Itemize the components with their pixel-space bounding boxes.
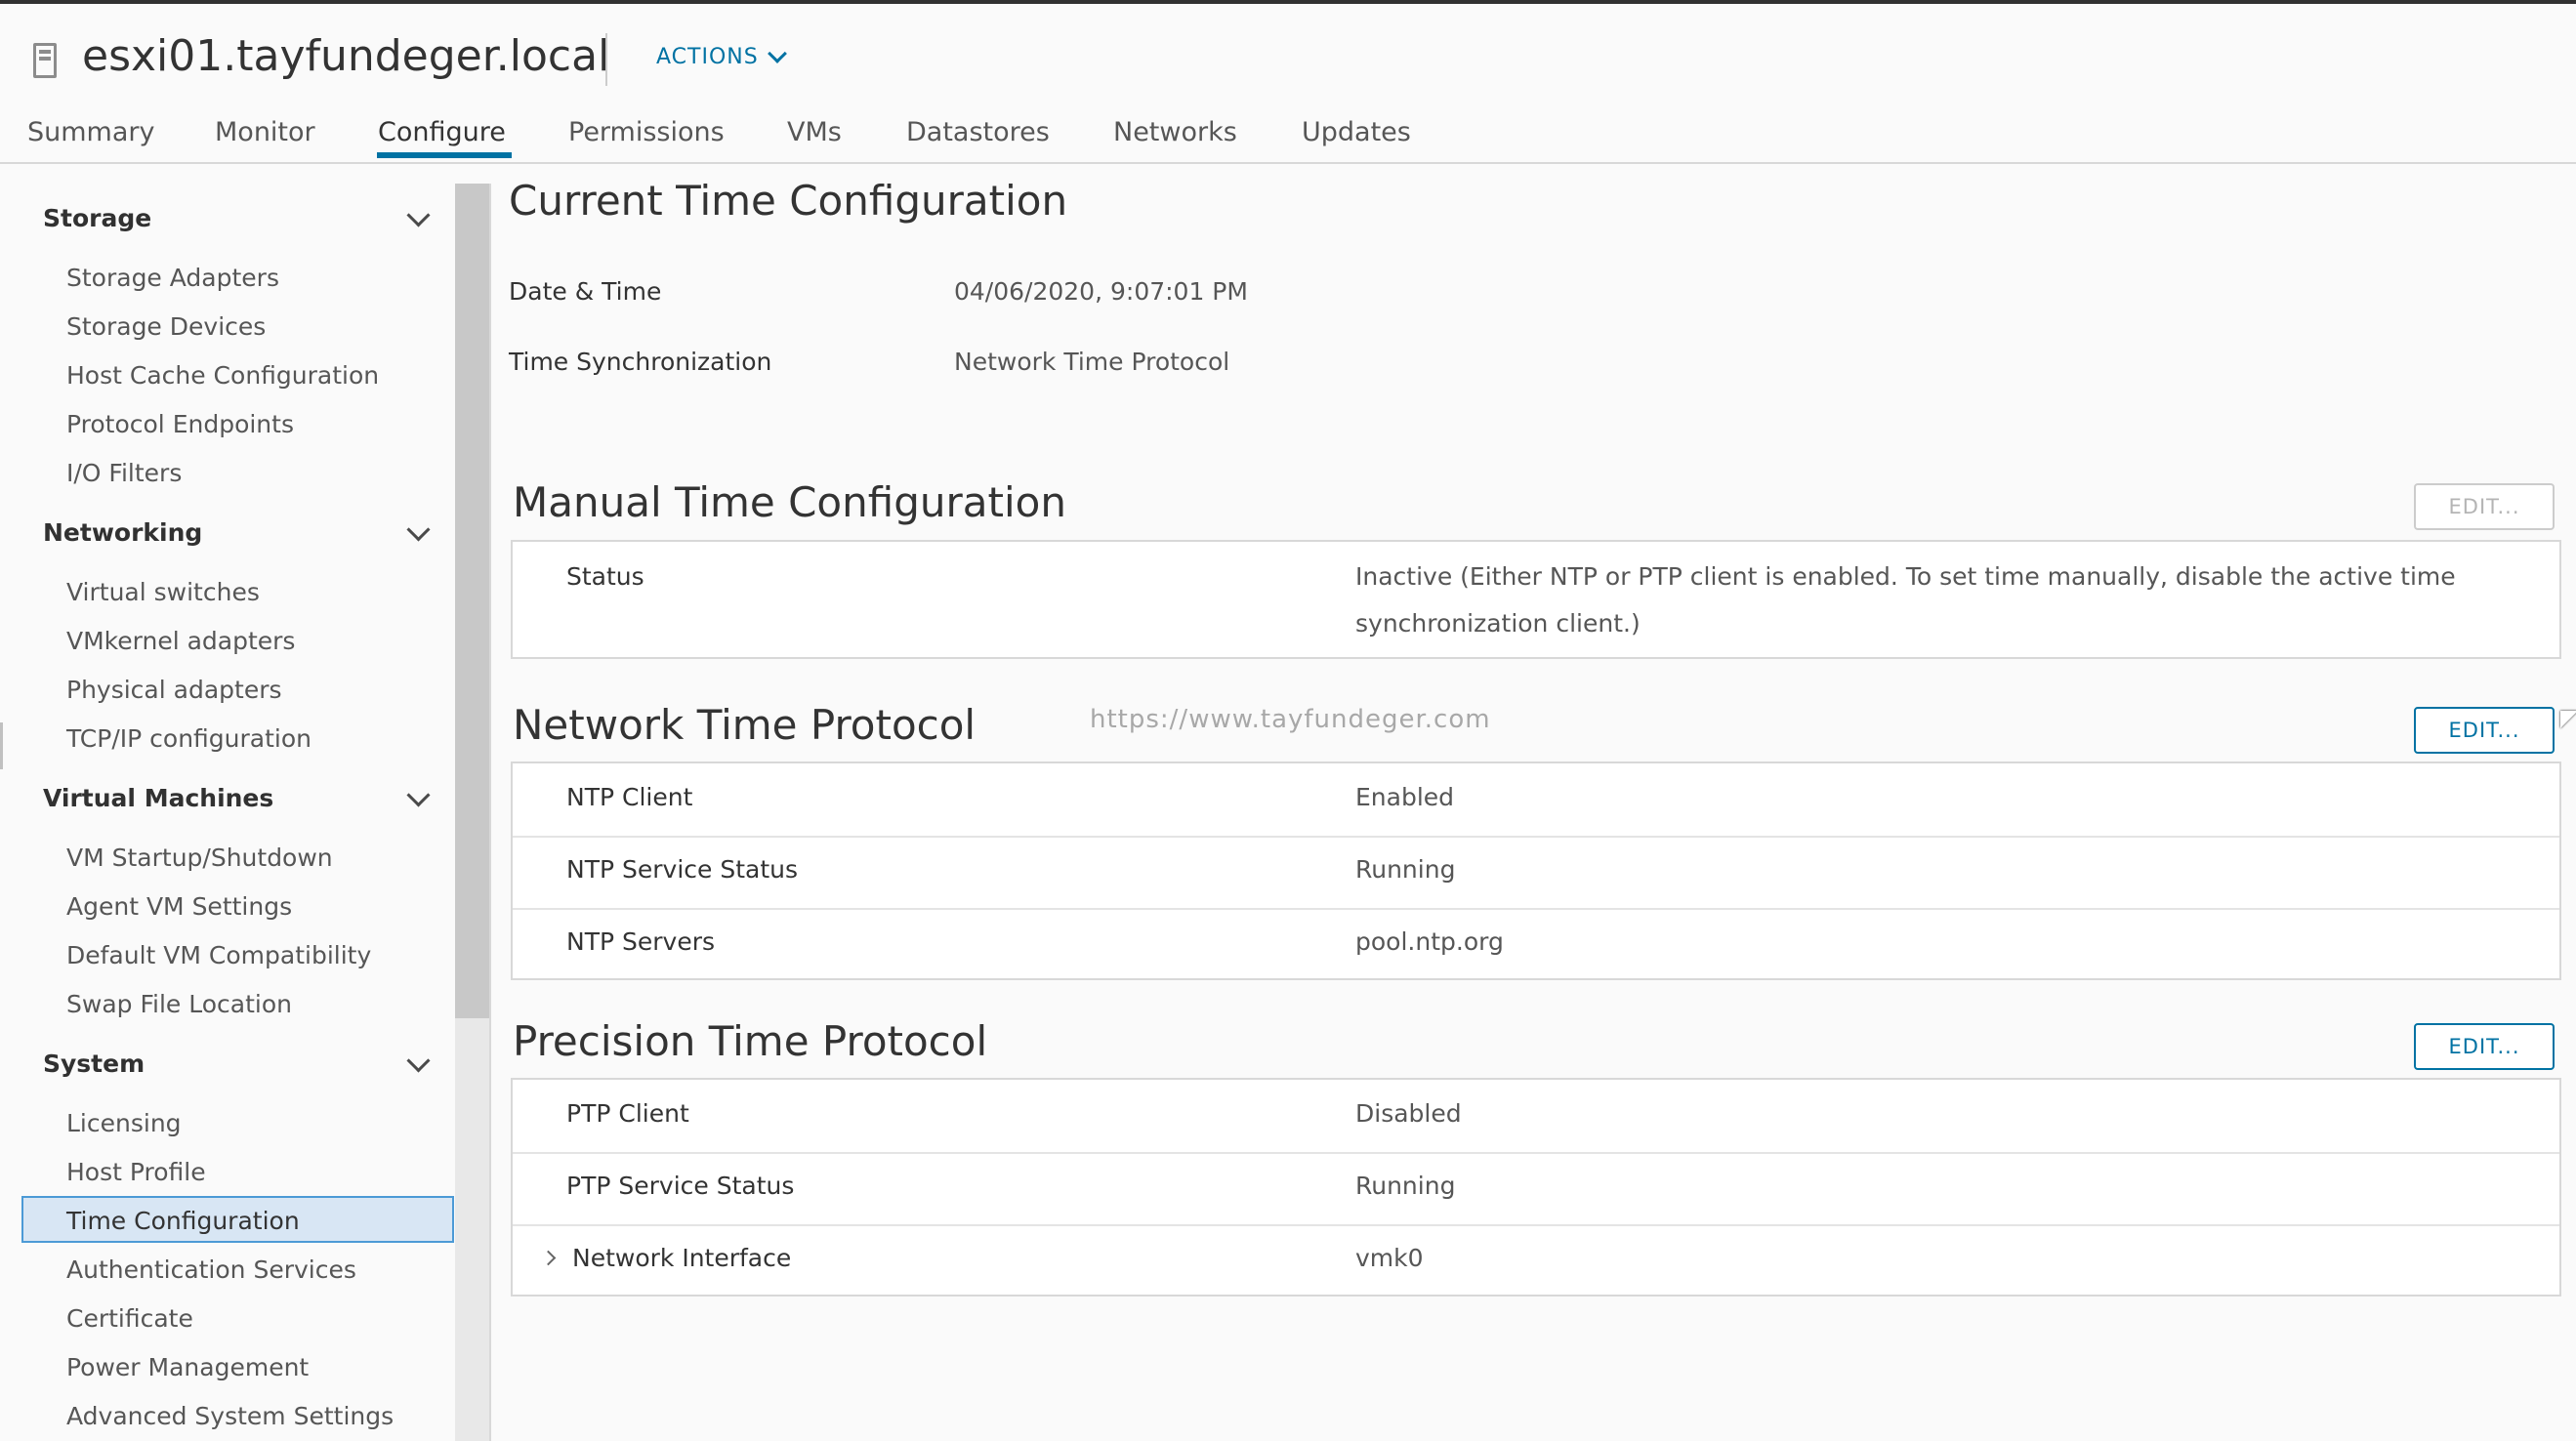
ptp-client-label: PTP Client	[566, 1099, 689, 1128]
sidebar-item-virtual-switches[interactable]: Virtual switches	[66, 578, 260, 606]
section-virtual-machines[interactable]: Virtual Machines	[43, 784, 273, 812]
sidebar-item-certificate[interactable]: Certificate	[66, 1304, 193, 1333]
tab-vms[interactable]: VMs	[787, 117, 842, 147]
section-storage[interactable]: Storage	[43, 204, 151, 232]
tab-permissions[interactable]: Permissions	[568, 117, 725, 147]
tab-configure[interactable]: Configure	[378, 117, 506, 147]
sidebar-item-licensing[interactable]: Licensing	[66, 1109, 182, 1137]
host-title: esxi01.tayfundeger.local	[82, 31, 610, 81]
sidebar-item-io-filters[interactable]: I/O Filters	[66, 459, 182, 487]
manual-time-title: Manual Time Configuration	[513, 478, 1066, 526]
sidebar-item-agent-vm-settings[interactable]: Agent VM Settings	[66, 892, 292, 921]
ntp-client-value: Enabled	[1355, 783, 1455, 811]
left-edge-marker	[0, 722, 3, 769]
ntp-servers-label: NTP Servers	[566, 927, 716, 956]
network-interface-value: vmk0	[1355, 1244, 1424, 1272]
row-divider	[513, 836, 2559, 838]
sidebar-item-host-profile[interactable]: Host Profile	[66, 1158, 206, 1186]
chevron-down-icon	[767, 43, 787, 63]
ntp-service-status-label: NTP Service Status	[566, 855, 798, 884]
tab-monitor[interactable]: Monitor	[215, 117, 315, 147]
current-time-title: Current Time Configuration	[509, 177, 1068, 225]
mouse-cursor-icon	[2560, 711, 2576, 728]
section-networking[interactable]: Networking	[43, 518, 202, 547]
ntp-title: Network Time Protocol	[513, 701, 976, 749]
sidebar-item-tcpip-configuration[interactable]: TCP/IP configuration	[66, 724, 312, 753]
active-tab-indicator	[377, 152, 512, 158]
row-divider	[513, 908, 2559, 910]
manual-time-card: Status Inactive (Either NTP or PTP clien…	[511, 540, 2561, 659]
ptp-service-status-value: Running	[1355, 1172, 1456, 1200]
sidebar-item-host-cache-configuration[interactable]: Host Cache Configuration	[66, 361, 379, 390]
chevron-down-icon[interactable]	[406, 203, 431, 227]
date-time-value: 04/06/2020, 9:07:01 PM	[954, 277, 1248, 306]
status-label: Status	[566, 562, 644, 591]
sidebar-item-default-vm-compatibility[interactable]: Default VM Compatibility	[66, 941, 371, 969]
tab-datastores[interactable]: Datastores	[906, 117, 1050, 147]
chevron-down-icon[interactable]	[406, 517, 431, 542]
sidebar-item-vmkernel-adapters[interactable]: VMkernel adapters	[66, 627, 295, 655]
sidebar-item-advanced-system-settings[interactable]: Advanced System Settings	[66, 1402, 394, 1430]
time-sync-value: Network Time Protocol	[954, 348, 1230, 376]
ptp-card: PTP Client Disabled PTP Service Status R…	[511, 1078, 2561, 1297]
status-value-line1: Inactive (Either NTP or PTP client is en…	[1355, 562, 2456, 591]
network-interface-label: Network Interface	[572, 1244, 792, 1272]
section-system[interactable]: System	[43, 1050, 145, 1078]
ptp-title: Precision Time Protocol	[513, 1017, 988, 1065]
sidebar-item-swap-file-location[interactable]: Swap File Location	[66, 990, 292, 1018]
tab-summary[interactable]: Summary	[27, 117, 154, 147]
chevron-down-icon[interactable]	[406, 783, 431, 807]
tab-updates[interactable]: Updates	[1302, 117, 1411, 147]
sidebar-item-storage-devices[interactable]: Storage Devices	[66, 312, 266, 341]
sidebar-item-authentication-services[interactable]: Authentication Services	[66, 1256, 356, 1284]
sidebar-item-power-management[interactable]: Power Management	[66, 1353, 309, 1381]
ntp-servers-value: pool.ntp.org	[1355, 927, 1504, 956]
sidebar-item-physical-adapters[interactable]: Physical adapters	[66, 676, 282, 704]
ntp-service-status-value: Running	[1355, 855, 1456, 884]
ptp-client-value: Disabled	[1355, 1099, 1462, 1128]
row-divider	[513, 1152, 2559, 1154]
ntp-card: NTP Client Enabled NTP Service Status Ru…	[511, 762, 2561, 980]
actions-label: ACTIONS	[656, 45, 759, 69]
row-divider	[513, 1224, 2559, 1226]
ntp-edit-button[interactable]: EDIT...	[2414, 707, 2555, 754]
date-time-label: Date & Time	[509, 277, 662, 306]
time-sync-label: Time Synchronization	[509, 348, 772, 376]
chevron-down-icon[interactable]	[406, 1049, 431, 1073]
sidebar-item-vm-startup-shutdown[interactable]: VM Startup/Shutdown	[66, 844, 333, 872]
host-icon	[33, 43, 57, 78]
manual-time-edit-button[interactable]: EDIT...	[2414, 483, 2555, 530]
actions-menu-button[interactable]: ACTIONS	[656, 43, 787, 69]
watermark-text: https://www.tayfundeger.com	[1090, 705, 1491, 734]
status-value-line2: synchronization client.)	[1355, 609, 1641, 638]
sidebar-item-time-configuration[interactable]: Time Configuration	[66, 1207, 300, 1235]
ptp-edit-button[interactable]: EDIT...	[2414, 1023, 2555, 1070]
sidebar-scrollbar-thumb[interactable]	[455, 184, 489, 1018]
sidebar-item-storage-adapters[interactable]: Storage Adapters	[66, 264, 279, 292]
tab-networks[interactable]: Networks	[1113, 117, 1237, 147]
ntp-client-label: NTP Client	[566, 783, 693, 811]
ptp-service-status-label: PTP Service Status	[566, 1172, 795, 1200]
sidebar-item-protocol-endpoints[interactable]: Protocol Endpoints	[66, 410, 294, 438]
header-divider	[605, 33, 607, 86]
